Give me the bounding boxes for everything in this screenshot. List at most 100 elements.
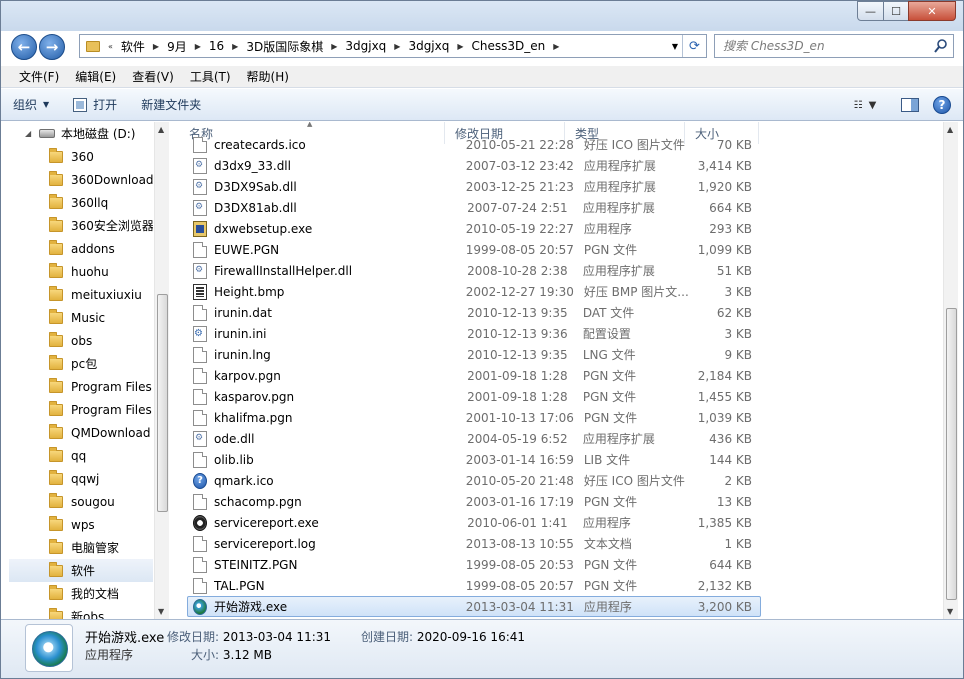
file-name: dxwebsetup.exe: [214, 221, 313, 236]
file-row[interactable]: servicereport.exe 2010-06-01 1:41 应用程序 1,38…: [187, 512, 761, 533]
file-row[interactable]: irunin.dat 2010-12-13 9:35 DAT 文件 62 KB: [187, 302, 761, 323]
file-row[interactable]: kasparov.pgn 2001-09-18 1:28 PGN 文件 1,455 K…: [187, 386, 761, 407]
change-view-button[interactable]: ☷ ▼: [843, 100, 887, 111]
nav-item-folder[interactable]: wps: [9, 513, 153, 536]
breadcrumb-separator-icon[interactable]: ▶: [551, 42, 561, 51]
breadcrumb-separator-icon[interactable]: ▶: [455, 42, 465, 51]
breadcrumb-item[interactable]: 3dgjxq: [339, 39, 392, 53]
menu-item[interactable]: 文件(F): [11, 68, 67, 85]
scroll-up-icon[interactable]: ▲: [947, 125, 953, 134]
menu-item[interactable]: 帮助(H): [239, 68, 297, 85]
menu-item[interactable]: 编辑(E): [67, 68, 124, 85]
nav-item-folder[interactable]: meituxiuxiu: [9, 283, 153, 306]
file-row[interactable]: dxwebsetup.exe 2010-05-19 22:27 应用程序 293 KB: [187, 218, 761, 239]
nav-item-folder[interactable]: 电脑管家: [9, 536, 153, 559]
pane-splitter[interactable]: [169, 122, 179, 619]
breadcrumb-item[interactable]: Chess3D_en: [466, 39, 552, 53]
breadcrumb-item[interactable]: 3dgjxq: [402, 39, 455, 53]
nav-item-folder[interactable]: Program Files: [9, 398, 153, 421]
open-button[interactable]: 打开: [61, 96, 129, 113]
file-row[interactable]: olib.lib 2003-01-14 16:59 LIB 文件 144 KB: [187, 449, 761, 470]
nav-item-folder[interactable]: huohu: [9, 260, 153, 283]
file-row[interactable]: irunin.lng 2010-12-13 9:35 LNG 文件 9 KB: [187, 344, 761, 365]
new-folder-button[interactable]: 新建文件夹: [129, 96, 213, 113]
nav-item-drive-d[interactable]: ◢ 本地磁盘 (D:): [9, 122, 153, 145]
maximize-button[interactable]: ☐: [883, 1, 909, 21]
nav-item-folder[interactable]: 软件: [9, 559, 153, 582]
close-button[interactable]: ✕: [908, 1, 956, 21]
refresh-button[interactable]: ⟳: [682, 35, 706, 57]
file-size: 1,385 KB: [697, 515, 752, 530]
nav-item-folder[interactable]: Music: [9, 306, 153, 329]
scroll-down-icon[interactable]: ▼: [158, 607, 164, 616]
expand-arrow-icon[interactable]: ◢: [25, 129, 31, 138]
scroll-down-icon[interactable]: ▼: [947, 607, 953, 616]
nav-item-folder[interactable]: 新obs: [9, 605, 153, 619]
file-row[interactable]: TAL.PGN 1999-08-05 20:57 PGN 文件 2,132 KB: [187, 575, 761, 596]
nav-item-folder[interactable]: 我的文档: [9, 582, 153, 605]
file-name: kasparov.pgn: [214, 389, 295, 404]
recent-locations-chevron[interactable]: «: [106, 42, 115, 51]
breadcrumb-item[interactable]: 9月: [161, 38, 193, 55]
file-size: 70 KB: [716, 137, 753, 152]
file-row[interactable]: createcards.ico 2010-05-21 22:28 好压 ICO 图片…: [187, 134, 761, 155]
file-row[interactable]: STEINITZ.PGN 1999-08-05 20:53 PGN 文件 644 KB: [187, 554, 761, 575]
search-box[interactable]: [714, 34, 954, 58]
file-row[interactable]: D3DX81ab.dll 2007-07-24 2:51 应用程序扩展 664 KB: [187, 197, 761, 218]
scroll-thumb[interactable]: [157, 294, 168, 512]
file-row[interactable]: Height.bmp 2002-12-27 19:30 好压 BMP 图片文... 3…: [187, 281, 761, 302]
organize-button[interactable]: 组织 ▼: [1, 96, 61, 113]
breadcrumb-separator-icon[interactable]: ▶: [151, 42, 161, 51]
scroll-thumb[interactable]: [946, 308, 957, 600]
nav-item-folder[interactable]: pc包: [9, 352, 153, 375]
file-row[interactable]: 开始游戏.exe 2013-03-04 11:31 应用程序 3,200 KB: [187, 596, 761, 617]
nav-item-folder[interactable]: qqwj: [9, 467, 153, 490]
breadcrumb-item[interactable]: 软件: [115, 38, 151, 55]
search-input[interactable]: [715, 35, 925, 57]
file-row[interactable]: EUWE.PGN 1999-08-05 20:57 PGN 文件 1,099 KB: [187, 239, 761, 260]
details-size: 大小: 3.12 MB: [191, 646, 272, 663]
nav-item-folder[interactable]: 360安全浏览器: [9, 214, 153, 237]
scroll-up-icon[interactable]: ▲: [158, 125, 164, 134]
file-row[interactable]: irunin.ini 2010-12-13 9:36 配置设置 3 KB: [187, 323, 761, 344]
menu-item[interactable]: 查看(V): [124, 68, 182, 85]
file-row[interactable]: ode.dll 2004-05-19 6:52 应用程序扩展 436 KB: [187, 428, 761, 449]
breadcrumb-separator-icon[interactable]: ▶: [193, 42, 203, 51]
forward-button[interactable]: →: [39, 34, 65, 60]
help-button[interactable]: ?: [933, 96, 951, 114]
file-row[interactable]: D3DX9Sab.dll 2003-12-25 21:23 应用程序扩展 1,920 …: [187, 176, 761, 197]
nav-item-folder[interactable]: sougou: [9, 490, 153, 513]
nav-scrollbar[interactable]: ▲ ▼: [154, 122, 169, 619]
file-row[interactable]: karpov.pgn 2001-09-18 1:28 PGN 文件 2,184 KB: [187, 365, 761, 386]
back-button[interactable]: ←: [11, 34, 37, 60]
breadcrumb-item[interactable]: 16: [203, 39, 230, 53]
search-icon[interactable]: [934, 38, 948, 54]
file-row[interactable]: servicereport.log 2013-08-13 10:55 文本文档 1 K…: [187, 533, 761, 554]
file-row[interactable]: d3dx9_33.dll 2007-03-12 23:42 应用程序扩展 3,414 …: [187, 155, 761, 176]
file-row[interactable]: schacomp.pgn 2003-01-16 17:19 PGN 文件 13 KB: [187, 491, 761, 512]
nav-item-folder[interactable]: addons: [9, 237, 153, 260]
file-row[interactable]: FirewallInstallHelper.dll 2008-10-28 2:38…: [187, 260, 761, 281]
menu-item[interactable]: 工具(T): [182, 68, 239, 85]
breadcrumb-separator-icon[interactable]: ▶: [392, 42, 402, 51]
folder-icon: [49, 538, 63, 554]
nav-item-folder[interactable]: 360: [9, 145, 153, 168]
file-list-scrollbar[interactable]: ▲ ▼: [943, 122, 958, 619]
nav-item-folder[interactable]: 360llq: [9, 191, 153, 214]
chevron-down-icon[interactable]: ▼: [672, 42, 678, 51]
nav-item-folder[interactable]: 360Downloads: [9, 168, 153, 191]
address-bar[interactable]: « 软件 ▶ 9月 ▶ 16 ▶ 3D版国际象棋 ▶ 3dgjxq ▶ 3dgjxq ▶ Chess3D…: [79, 34, 707, 58]
breadcrumb-separator-icon[interactable]: ▶: [329, 42, 339, 51]
file-row[interactable]: ? qmark.ico 2010-05-20 21:48 好压 ICO 图片文件 2 K…: [187, 470, 761, 491]
minimize-button[interactable]: —: [857, 1, 884, 21]
nav-item-folder[interactable]: obs: [9, 329, 153, 352]
breadcrumb-item[interactable]: 3D版国际象棋: [240, 38, 329, 55]
file-size: 2 KB: [724, 473, 753, 488]
file-type: PGN 文件: [582, 369, 637, 383]
nav-item-folder[interactable]: Program Files: [9, 375, 153, 398]
breadcrumb-separator-icon[interactable]: ▶: [230, 42, 240, 51]
file-row[interactable]: khalifma.pgn 2001-10-13 17:06 PGN 文件 1,039 …: [187, 407, 761, 428]
nav-item-folder[interactable]: QMDownload: [9, 421, 153, 444]
nav-item-folder[interactable]: qq: [9, 444, 153, 467]
preview-pane-button[interactable]: [901, 98, 919, 112]
